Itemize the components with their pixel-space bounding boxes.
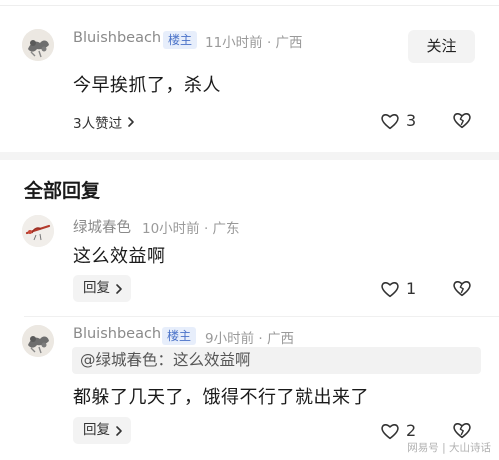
reply-dislike-button[interactable]	[452, 279, 472, 301]
avatar[interactable]	[22, 29, 54, 61]
reply-like-button[interactable]: 2	[380, 421, 416, 440]
reply-button[interactable]: 回复	[73, 275, 131, 302]
broken-heart-icon	[453, 423, 471, 439]
broken-heart-icon	[453, 113, 471, 129]
reply-button[interactable]: 回复	[73, 417, 131, 444]
broken-heart-icon	[453, 281, 471, 297]
avatar-image	[22, 325, 54, 357]
quoted-reply[interactable]: @绿城春色：这么效益啊	[72, 347, 481, 374]
follow-button[interactable]: 关注	[408, 30, 475, 63]
chevron-right-icon	[128, 117, 134, 127]
post-content: 今早挨抓了，杀人	[73, 75, 221, 96]
reply-username[interactable]: 绿城春色	[73, 216, 131, 237]
reply-like-count: 1	[406, 279, 417, 298]
reply-like-button[interactable]: 1	[380, 279, 416, 298]
reply-username[interactable]: Bluishbeach	[73, 326, 161, 342]
reply-time-location: 9小时前 · 广西	[205, 331, 294, 347]
watermark: 网易号 | 大山诗话	[407, 442, 491, 454]
reply-button-label: 回复	[83, 280, 110, 296]
author-badge: 楼主	[163, 31, 198, 49]
avatar-image	[22, 29, 54, 61]
post-username[interactable]: Bluishbeach	[73, 30, 161, 46]
reply-like-count: 2	[406, 421, 417, 440]
reply-content: 都躲了几天了，饿得不行了就出来了	[73, 387, 369, 408]
post-dislike-button[interactable]	[452, 111, 472, 133]
reply-button-label: 回复	[83, 422, 110, 438]
chevron-right-icon	[116, 283, 122, 294]
section-divider	[0, 152, 499, 160]
reply-content: 这么效益啊	[73, 246, 166, 267]
likes-summary-text: 3人赞过	[73, 116, 123, 132]
reply-time-location: 10小时前 · 广东	[142, 221, 240, 237]
post-like-count: 3	[406, 111, 417, 130]
post-like-button[interactable]: 3	[380, 111, 416, 130]
avatar[interactable]	[22, 215, 54, 247]
heart-icon	[381, 281, 399, 297]
avatar-image	[22, 215, 54, 247]
top-separator	[0, 0, 499, 6]
author-badge: 楼主	[162, 327, 197, 345]
likes-summary-link[interactable]: 3人赞过	[73, 112, 136, 132]
avatar[interactable]	[22, 325, 54, 357]
all-replies-title: 全部回复	[24, 180, 101, 202]
post-time-location: 11小时前 · 广西	[205, 35, 303, 51]
heart-icon	[381, 423, 399, 439]
heart-icon	[381, 113, 399, 129]
chevron-right-icon	[116, 425, 122, 436]
reply-separator	[24, 316, 499, 317]
